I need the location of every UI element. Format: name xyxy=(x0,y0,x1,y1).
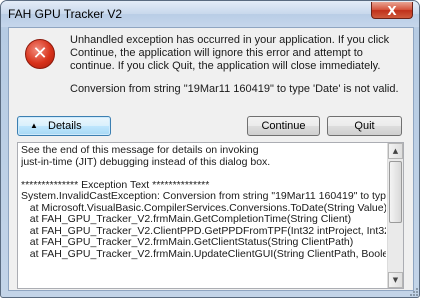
quit-button[interactable]: Quit xyxy=(327,116,402,136)
exception-details-text[interactable]: See the end of this message for details … xyxy=(21,145,386,260)
window-title: FAH GPU Tracker V2 xyxy=(8,7,123,21)
scroll-up-icon[interactable]: ▲ xyxy=(388,143,403,159)
scrollbar-thumb[interactable] xyxy=(389,161,402,223)
close-icon: X xyxy=(387,4,397,18)
title-bar[interactable]: FAH GPU Tracker V2 X xyxy=(1,1,419,27)
details-button[interactable]: ▲ Details xyxy=(17,116,111,136)
collapse-arrow-icon: ▲ xyxy=(30,121,38,130)
details-button-label: Details xyxy=(48,120,82,132)
continue-button[interactable]: Continue xyxy=(247,116,320,136)
exception-message: Unhandled exception has occurred in your… xyxy=(70,34,390,72)
close-button[interactable]: X xyxy=(371,2,413,19)
resize-grip-dots xyxy=(410,288,418,296)
details-textbox[interactable]: See the end of this message for details … xyxy=(17,142,404,289)
scroll-down-icon[interactable]: ▼ xyxy=(388,272,403,288)
vertical-scrollbar[interactable]: ▲ ▼ xyxy=(387,143,403,288)
error-icon: ✕ xyxy=(25,39,55,69)
error-dialog-window: FAH GPU Tracker V2 X ✕ Unhandled excepti… xyxy=(0,0,420,298)
dialog-content: ✕ Unhandled exception has occurred in yo… xyxy=(8,27,414,291)
error-detail-message: Conversion from string "19Mar11 160419" … xyxy=(70,83,399,95)
resize-grip-icon[interactable] xyxy=(407,285,419,297)
